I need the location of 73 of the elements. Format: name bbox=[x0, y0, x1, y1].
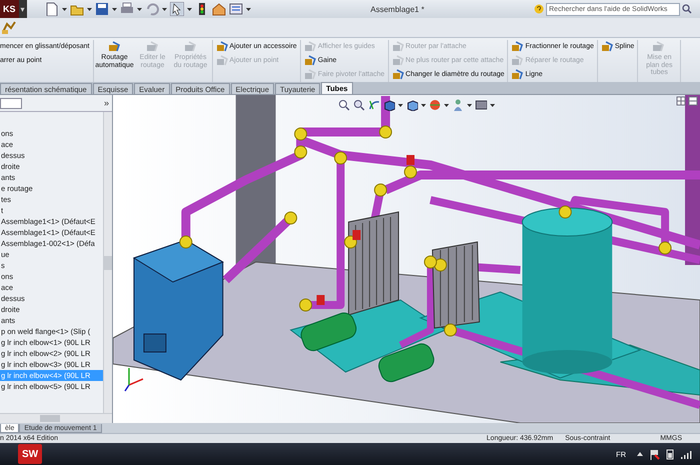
search-icon[interactable] bbox=[682, 4, 692, 14]
app-logo: KS bbox=[0, 0, 19, 18]
tool-icon bbox=[392, 68, 404, 80]
routing-tool-icon[interactable] bbox=[1, 20, 17, 36]
house-icon[interactable] bbox=[212, 2, 226, 16]
pipe-fitting bbox=[424, 256, 437, 268]
select-arrow-icon[interactable] bbox=[170, 2, 184, 16]
dropdown-field[interactable] bbox=[0, 98, 22, 108]
caret-icon[interactable] bbox=[490, 102, 495, 108]
options-icon[interactable] bbox=[228, 2, 243, 16]
window-tile-icon[interactable] bbox=[688, 96, 698, 106]
caret-icon[interactable] bbox=[421, 102, 426, 108]
scrollbar-thumb[interactable] bbox=[104, 256, 112, 270]
window-title: Assemblage1 * bbox=[370, 4, 426, 14]
tool-icon bbox=[184, 40, 198, 54]
cube-icon[interactable] bbox=[406, 99, 418, 111]
caret-icon[interactable] bbox=[467, 102, 472, 108]
caret-icon[interactable] bbox=[112, 6, 117, 12]
valve bbox=[316, 295, 325, 305]
vertical-scrollbar[interactable] bbox=[103, 112, 112, 413]
scrollbar-thumb[interactable] bbox=[40, 415, 60, 422]
zoom-icon[interactable] bbox=[338, 99, 350, 111]
pipe-fitting bbox=[374, 184, 388, 196]
new-document-icon[interactable] bbox=[44, 2, 59, 16]
up-arrow-icon[interactable] bbox=[636, 450, 644, 458]
app-taskbar-icon[interactable]: SW bbox=[18, 444, 42, 464]
window-tile-icon[interactable] bbox=[676, 96, 686, 106]
valve bbox=[352, 230, 361, 240]
tool-icon bbox=[304, 40, 316, 52]
tool-icon bbox=[304, 68, 316, 80]
zoom-icon[interactable] bbox=[353, 99, 365, 111]
tool-icon bbox=[652, 40, 666, 54]
pipe-fitting bbox=[658, 242, 672, 254]
expand-button[interactable]: » bbox=[104, 98, 109, 108]
help-icon bbox=[534, 4, 544, 14]
caret-icon[interactable] bbox=[444, 102, 449, 108]
pipe-fitting bbox=[558, 206, 572, 218]
pipe-fitting bbox=[299, 298, 312, 312]
monitor-icon[interactable] bbox=[475, 99, 487, 111]
cube-icon[interactable] bbox=[383, 99, 395, 111]
pipe-fitting bbox=[404, 166, 417, 178]
caret-icon[interactable] bbox=[186, 6, 192, 12]
tool-icon bbox=[304, 54, 316, 66]
caret-icon[interactable] bbox=[246, 6, 251, 12]
tool-icon bbox=[146, 40, 160, 54]
tool-icon bbox=[108, 40, 122, 54]
pipe-fitting bbox=[284, 212, 298, 224]
pipe-fitting bbox=[444, 324, 457, 336]
pipe-fitting bbox=[294, 128, 308, 140]
tool-icon bbox=[511, 40, 524, 52]
tool-icon bbox=[511, 54, 524, 66]
tool-icon bbox=[511, 68, 524, 80]
tool-icon bbox=[600, 40, 613, 52]
caret-icon[interactable] bbox=[86, 6, 92, 12]
tool-icon bbox=[392, 54, 404, 66]
flag-icon[interactable] bbox=[649, 448, 660, 460]
caret-icon[interactable] bbox=[398, 102, 403, 108]
signal-bars-icon[interactable] bbox=[680, 448, 692, 460]
valve bbox=[406, 155, 414, 165]
battery-icon[interactable] bbox=[665, 448, 675, 460]
caret-icon[interactable] bbox=[62, 6, 67, 12]
pipe-fitting bbox=[179, 236, 192, 248]
caret-icon[interactable] bbox=[162, 6, 167, 12]
save-icon[interactable] bbox=[94, 2, 109, 16]
caret-icon[interactable] bbox=[136, 6, 142, 12]
pipe-fitting bbox=[294, 146, 308, 158]
tool-icon bbox=[216, 54, 228, 66]
pipe-fitting bbox=[379, 126, 392, 138]
pipe-fitting bbox=[334, 152, 348, 164]
tool-icon bbox=[392, 40, 404, 52]
pipe-fitting bbox=[344, 236, 358, 248]
tool-icon bbox=[216, 40, 228, 52]
horizontal-scrollbar[interactable] bbox=[0, 413, 112, 423]
